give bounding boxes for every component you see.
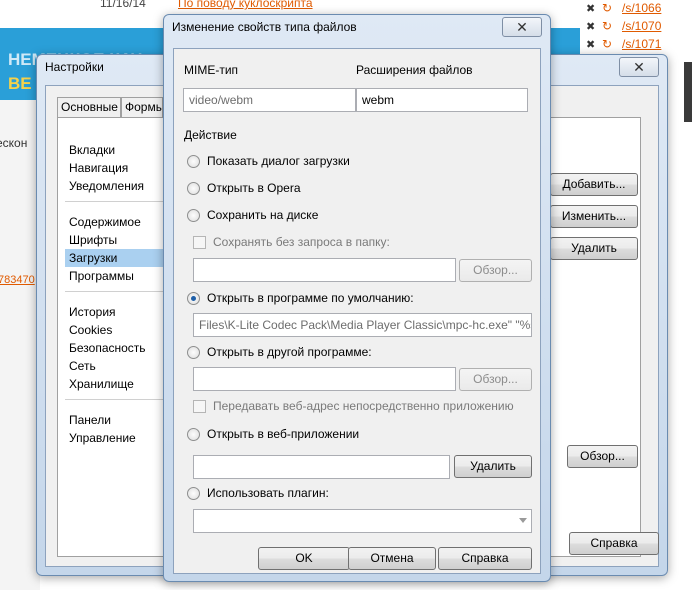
- pass-url-label: Передавать веб-адрес непосредственно при…: [213, 399, 514, 413]
- help-button[interactable]: Справка: [438, 547, 532, 570]
- chevron-down-icon: [519, 518, 527, 523]
- mime-type-field[interactable]: video/webm: [183, 88, 356, 112]
- page-left-link[interactable]: 783470: [0, 274, 35, 286]
- sidebar-item-content[interactable]: Содержимое: [65, 213, 165, 231]
- radio-save-disk[interactable]: [187, 209, 200, 222]
- sidebar-item-network[interactable]: Сеть: [65, 357, 165, 375]
- delete-web-app-button[interactable]: Удалить: [454, 455, 532, 478]
- mime-label: MIME-тип: [184, 63, 239, 77]
- checkbox-pass-url[interactable]: [193, 400, 206, 413]
- tab-general[interactable]: Основные: [57, 97, 121, 117]
- radio-use-plugin[interactable]: [187, 487, 200, 500]
- settings-window-title: Настройки: [45, 60, 104, 74]
- radio-open-opera[interactable]: [187, 182, 200, 195]
- dialog-title: Изменение свойств типа файлов: [172, 20, 357, 34]
- sidebar-item-history[interactable]: История: [65, 303, 165, 321]
- browse-program-button[interactable]: Обзор...: [459, 368, 532, 391]
- extensions-field[interactable]: webm: [356, 88, 528, 112]
- save-disk-label: Сохранить на диске: [207, 208, 319, 222]
- thread-link[interactable]: По поводу куклоскрипта: [178, 0, 313, 10]
- right-link-row: ✖ ↻ /s/1070: [584, 18, 692, 36]
- sidebar-item-notifications[interactable]: Уведомления: [65, 177, 165, 195]
- plugin-select[interactable]: [193, 509, 532, 533]
- close-icon[interactable]: ✖: [586, 38, 595, 51]
- radio-open-web-app[interactable]: [187, 428, 200, 441]
- page-right-dark-strip: [684, 62, 692, 122]
- edit-button[interactable]: Изменить...: [550, 205, 638, 228]
- refresh-icon[interactable]: ↻: [602, 19, 612, 33]
- dialog-close-button[interactable]: ✕: [502, 17, 542, 37]
- delete-button[interactable]: Удалить: [550, 237, 638, 260]
- show-dialog-label: Показать диалог загрузки: [207, 154, 350, 168]
- radio-open-other[interactable]: [187, 346, 200, 359]
- save-no-ask-label: Сохранять без запроса в папку:: [213, 235, 390, 249]
- sidebar-item-navigation[interactable]: Навигация: [65, 159, 165, 177]
- sidebar-item-downloads[interactable]: Загрузки: [65, 249, 165, 267]
- checkbox-save-no-ask[interactable]: [193, 236, 206, 249]
- right-link[interactable]: /s/1070: [622, 19, 661, 33]
- right-link-row: ✖ ↻ /s/1066: [584, 0, 692, 18]
- browse-folder-button[interactable]: Обзор...: [459, 259, 532, 282]
- open-default-label: Открыть в программе по умолчанию:: [207, 291, 414, 305]
- open-opera-label: Открыть в Opera: [207, 181, 301, 195]
- sidebar-item-storage[interactable]: Хранилище: [65, 375, 165, 393]
- settings-close-button[interactable]: ✕: [619, 57, 659, 77]
- refresh-icon[interactable]: ↻: [602, 1, 612, 15]
- help-button[interactable]: Справка: [569, 532, 659, 555]
- sidebar-item-security[interactable]: Безопасность: [65, 339, 165, 357]
- tab-forms[interactable]: Формы: [121, 97, 163, 117]
- sidebar-item-programs[interactable]: Программы: [65, 267, 165, 285]
- open-web-app-label: Открыть в веб-приложении: [207, 427, 360, 441]
- post-date: 11/16/14: [100, 0, 146, 10]
- add-button[interactable]: Добавить...: [550, 173, 638, 196]
- page-left-column: [0, 100, 40, 590]
- sidebar-item-controls[interactable]: Управление: [65, 429, 165, 447]
- open-other-label: Открыть в другой программе:: [207, 345, 372, 359]
- list-divider: [65, 201, 165, 202]
- extensions-label: Расширения файлов: [356, 63, 473, 77]
- refresh-icon[interactable]: ↻: [602, 37, 612, 51]
- list-divider: [65, 291, 165, 292]
- right-link-row: ✖ ↻ /s/1071: [584, 36, 692, 54]
- file-type-dialog: Изменение свойств типа файлов ✕ MIME-тип…: [163, 14, 551, 582]
- page-left-text: ескон: [0, 136, 28, 150]
- banner-text-line2: ВЕ: [8, 74, 32, 93]
- web-app-field[interactable]: [193, 455, 450, 479]
- sidebar-item-fonts[interactable]: Шрифты: [65, 231, 165, 249]
- other-program-field[interactable]: [193, 367, 456, 391]
- settings-category-list: Вкладки Навигация Уведомления Содержимое…: [65, 135, 165, 515]
- ok-button[interactable]: OK: [258, 547, 350, 570]
- use-plugin-label: Использовать плагин:: [207, 486, 329, 500]
- default-program-path-field[interactable]: Files\K-Lite Codec Pack\Media Player Cla…: [193, 313, 532, 337]
- radio-show-dialog[interactable]: [187, 155, 200, 168]
- cancel-button[interactable]: Отмена: [348, 547, 436, 570]
- close-icon[interactable]: ✖: [586, 20, 595, 33]
- list-divider: [65, 399, 165, 400]
- browse-button[interactable]: Обзор...: [567, 445, 638, 468]
- radio-open-default[interactable]: [187, 292, 200, 305]
- close-icon: ✕: [516, 19, 528, 35]
- action-label: Действие: [184, 128, 237, 142]
- sidebar-item-cookies[interactable]: Cookies: [65, 321, 165, 339]
- right-link[interactable]: /s/1066: [622, 1, 661, 15]
- close-icon[interactable]: ✖: [586, 2, 595, 15]
- sidebar-item-panels[interactable]: Панели: [65, 411, 165, 429]
- sidebar-item-tabs[interactable]: Вкладки: [65, 141, 165, 159]
- save-folder-field[interactable]: [193, 258, 456, 282]
- close-icon: ✕: [633, 59, 645, 75]
- right-link[interactable]: /s/1071: [622, 37, 661, 51]
